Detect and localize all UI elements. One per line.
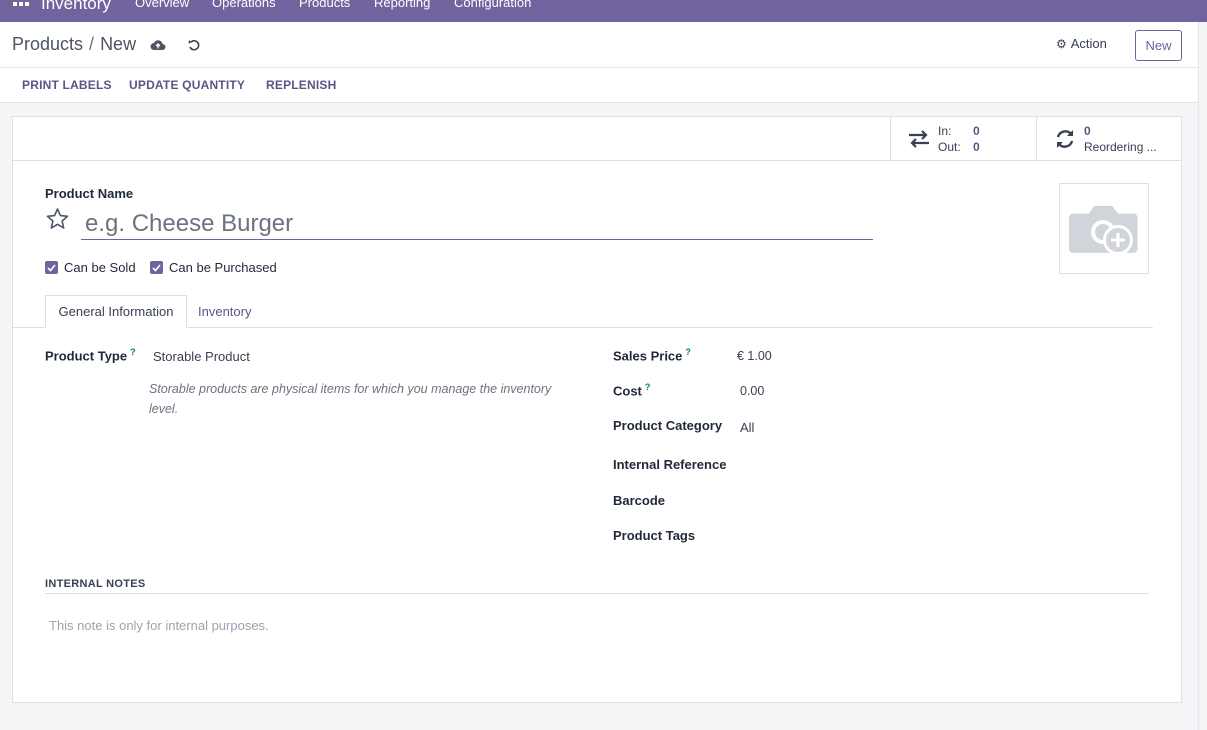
product-category-select[interactable]: All [740,420,754,435]
discard-icon[interactable] [185,36,203,54]
reorder-value: 0 [1084,124,1091,138]
menu-operations[interactable]: Operations [212,0,276,11]
reordering-stat-button[interactable]: 0 Reordering ... [1036,117,1181,160]
top-navbar: Inventory Overview Operations Products R… [0,0,1207,22]
menu-reporting[interactable]: Reporting [374,0,430,11]
update-quantity-button[interactable]: UPDATE QUANTITY [129,78,245,92]
checkmark-icon [150,261,163,274]
transfer-arrows-icon [909,130,929,148]
form-sheet: In: 0 Out: 0 0 Reordering ... Product Na… [12,116,1182,703]
out-label: Out: [938,140,961,154]
help-tooltip-icon[interactable]: ? [645,382,651,392]
can-be-sold-checkbox[interactable]: Can be Sold [45,260,136,275]
menu-overview[interactable]: Overview [135,0,189,11]
out-value: 0 [973,140,980,154]
product-name-label: Product Name [45,186,134,201]
scrollbar[interactable] [1198,22,1207,730]
sales-price-input[interactable]: € 1.00 [737,349,772,363]
action-button[interactable]: ⚙ Action [1056,36,1107,51]
app-brand[interactable]: Inventory [41,0,111,14]
replenish-button[interactable]: REPLENISH [266,78,336,92]
favorite-star-icon[interactable] [45,207,70,231]
product-category-label: Product Category [613,418,723,433]
product-name-input[interactable] [81,208,873,240]
breadcrumb-separator: / [89,34,95,54]
barcode-label: Barcode [613,493,666,508]
product-type-select[interactable]: Storable Product [153,349,250,364]
notebook-tabs: General Information Inventory [13,295,1153,328]
breadcrumb: Products / New [12,34,136,55]
in-value: 0 [973,124,980,138]
in-label: In: [938,124,952,138]
tab-inventory[interactable]: Inventory [198,295,251,328]
product-tags-label: Product Tags [613,528,696,543]
internal-reference-label: Internal Reference [613,457,727,472]
can-be-purchased-label: Can be Purchased [169,260,277,275]
cost-input[interactable]: 0.00 [740,384,764,398]
cost-label: Cost? [613,382,650,398]
cost-label-text: Cost [613,383,642,399]
button-bar: PRINT LABELS UPDATE QUANTITY REPLENISH [0,68,1198,103]
internal-notes-title: INTERNAL NOTES [45,578,146,590]
menu-configuration[interactable]: Configuration [454,0,531,11]
in-out-stat-button[interactable]: In: 0 Out: 0 [890,117,1036,160]
product-image-upload[interactable] [1059,183,1149,274]
gear-icon: ⚙ [1056,36,1067,51]
internal-notes-editor[interactable]: This note is only for internal purposes. [49,618,269,633]
reorder-label: Reordering ... [1084,140,1157,154]
help-tooltip-icon[interactable]: ? [130,347,136,357]
product-type-label: Product Type? [45,347,136,363]
breadcrumb-current: New [100,34,137,54]
camera-add-icon [1069,205,1138,255]
tab-general-information[interactable]: General Information [45,295,187,328]
product-type-description: Storable products are physical items for… [149,382,552,416]
refresh-icon [1056,130,1074,148]
breadcrumb-products[interactable]: Products [12,34,83,55]
action-label: Action [1070,36,1107,51]
apps-grid-icon[interactable] [13,0,29,8]
cloud-save-icon[interactable] [149,36,167,54]
can-be-sold-label: Can be Sold [64,260,136,275]
sales-price-label: Sales Price? [613,347,691,363]
internal-notes-divider [45,593,1149,594]
control-panel: Products / New ⚙ Action New [0,22,1198,68]
print-labels-button[interactable]: PRINT LABELS [22,78,112,92]
help-tooltip-icon[interactable]: ? [685,347,691,357]
stat-buttons-bar: In: 0 Out: 0 0 Reordering ... [13,117,1181,161]
product-type-label-text: Product Type [45,348,128,364]
sales-price-label-text: Sales Price [613,348,683,364]
checkmark-icon [45,261,58,274]
new-button[interactable]: New [1135,30,1182,61]
can-be-purchased-checkbox[interactable]: Can be Purchased [150,260,277,275]
menu-products[interactable]: Products [299,0,350,11]
